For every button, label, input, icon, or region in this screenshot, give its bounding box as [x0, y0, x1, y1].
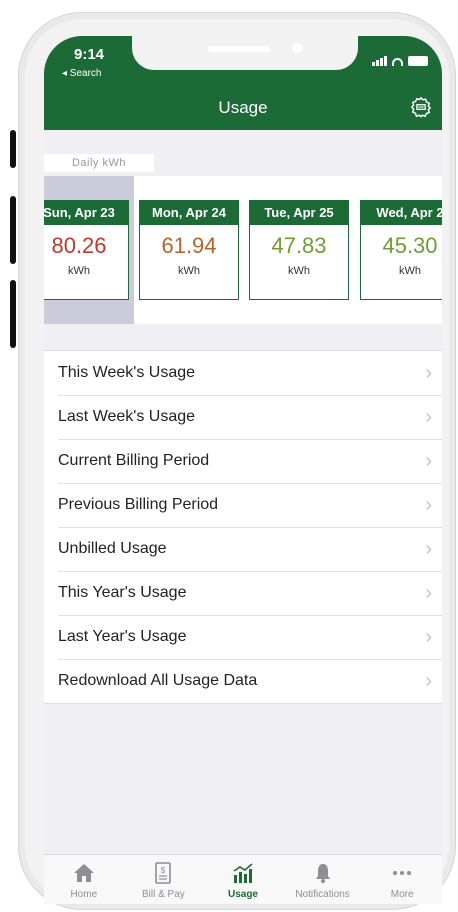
day-unit: kWh [399, 265, 421, 277]
list-item-this-year[interactable]: This Year's Usage › [44, 571, 442, 615]
wifi-icon [392, 58, 403, 66]
list-item-label: This Week's Usage [58, 364, 196, 381]
bill-icon: $ [155, 862, 172, 884]
svg-text:$: $ [161, 866, 166, 875]
list-item-last-week[interactable]: Last Week's Usage › [44, 395, 442, 439]
day-kwh-value: 80.26 [51, 233, 107, 258]
list-item-current-billing[interactable]: Current Billing Period › [44, 439, 442, 483]
day-date: Tue, Apr 25 [250, 201, 348, 225]
tab-usage[interactable]: Usage [203, 855, 283, 904]
list-item-this-week[interactable]: This Week's Usage › [44, 351, 442, 395]
phone-notch [132, 36, 358, 70]
tab-label: Notifications [295, 889, 350, 900]
more-icon [393, 871, 412, 875]
day-kwh-value: 61.94 [161, 233, 217, 258]
day-card[interactable]: Sun, Apr 23 80.26 kWh [44, 200, 129, 300]
day-card[interactable]: Tue, Apr 25 47.83 kWh [249, 200, 349, 300]
speaker-grille [208, 46, 270, 52]
day-date: Sun, Apr 23 [44, 201, 128, 225]
list-item-label: Unbilled Usage [58, 540, 167, 557]
list-item-label: Last Year's Usage [58, 628, 187, 645]
status-icons [372, 56, 428, 66]
tab-more[interactable]: More [362, 855, 442, 904]
day-card[interactable]: Wed, Apr 2 45.30 kWh [360, 200, 442, 300]
battery-icon [408, 56, 428, 66]
list-item-label: Current Billing Period [58, 452, 210, 469]
tab-label: Usage [227, 889, 258, 900]
list-item-label: Last Week's Usage [58, 408, 196, 425]
daily-usage-carousel[interactable]: Sun, Apr 23 80.26 kWh Mon, Apr 24 61.94 … [44, 176, 442, 324]
page-title: Usage [218, 98, 268, 117]
list-item-label: Redownload All Usage Data [58, 672, 258, 689]
chevron-right-icon: › [425, 362, 432, 384]
day-card[interactable]: Mon, Apr 24 61.94 kWh [139, 200, 239, 300]
volume-up-button [10, 196, 16, 264]
chevron-right-icon: › [425, 582, 432, 604]
tab-label: Bill & Pay [141, 889, 185, 900]
daily-kwh-label: Daily kWh [44, 154, 154, 172]
mute-switch [10, 130, 16, 168]
signal-icon [372, 56, 387, 66]
usage-chart-icon [233, 863, 253, 883]
day-unit: kWh [288, 265, 310, 277]
day-kwh-value: 47.83 [271, 233, 327, 258]
day-unit: kWh [178, 265, 200, 277]
chevron-right-icon: › [425, 406, 432, 428]
tab-bar: Home $ Bill & Pay Usage Notifications Mo… [44, 854, 442, 904]
list-item-last-year[interactable]: Last Year's Usage › [44, 615, 442, 659]
back-to-app-link[interactable]: ◂ Search [62, 68, 101, 79]
tab-label: More [390, 889, 414, 900]
app-screen: 9:14 ◂ Search Usage Daily kWh Sun, Apr 2… [44, 36, 442, 904]
tab-home[interactable]: Home [44, 855, 124, 904]
chevron-right-icon: › [425, 538, 432, 560]
tab-label: Home [70, 889, 98, 900]
list-item-previous-billing[interactable]: Previous Billing Period › [44, 483, 442, 527]
list-item-redownload[interactable]: Redownload All Usage Data › [44, 659, 442, 703]
day-date: Mon, Apr 24 [140, 201, 238, 225]
settings-gear-icon[interactable] [410, 96, 432, 118]
chevron-right-icon: › [425, 626, 432, 648]
chevron-right-icon: › [425, 450, 432, 472]
tab-notifications[interactable]: Notifications [283, 855, 363, 904]
list-item-unbilled[interactable]: Unbilled Usage › [44, 527, 442, 571]
volume-down-button [10, 280, 16, 348]
day-kwh-value: 45.30 [382, 233, 438, 258]
home-icon [73, 864, 94, 882]
day-unit: kWh [68, 265, 90, 277]
usage-options-list: This Week's Usage › Last Week's Usage › Cu… [44, 350, 442, 704]
list-item-label: Previous Billing Period [58, 496, 219, 513]
chevron-right-icon: › [425, 670, 432, 692]
chevron-right-icon: › [425, 494, 432, 516]
front-camera [292, 43, 302, 53]
tab-bill-pay[interactable]: $ Bill & Pay [124, 855, 204, 904]
list-item-label: This Year's Usage [58, 584, 187, 601]
day-date: Wed, Apr 2 [361, 201, 442, 225]
status-time: 9:14 [74, 46, 105, 63]
bell-icon [315, 864, 330, 883]
